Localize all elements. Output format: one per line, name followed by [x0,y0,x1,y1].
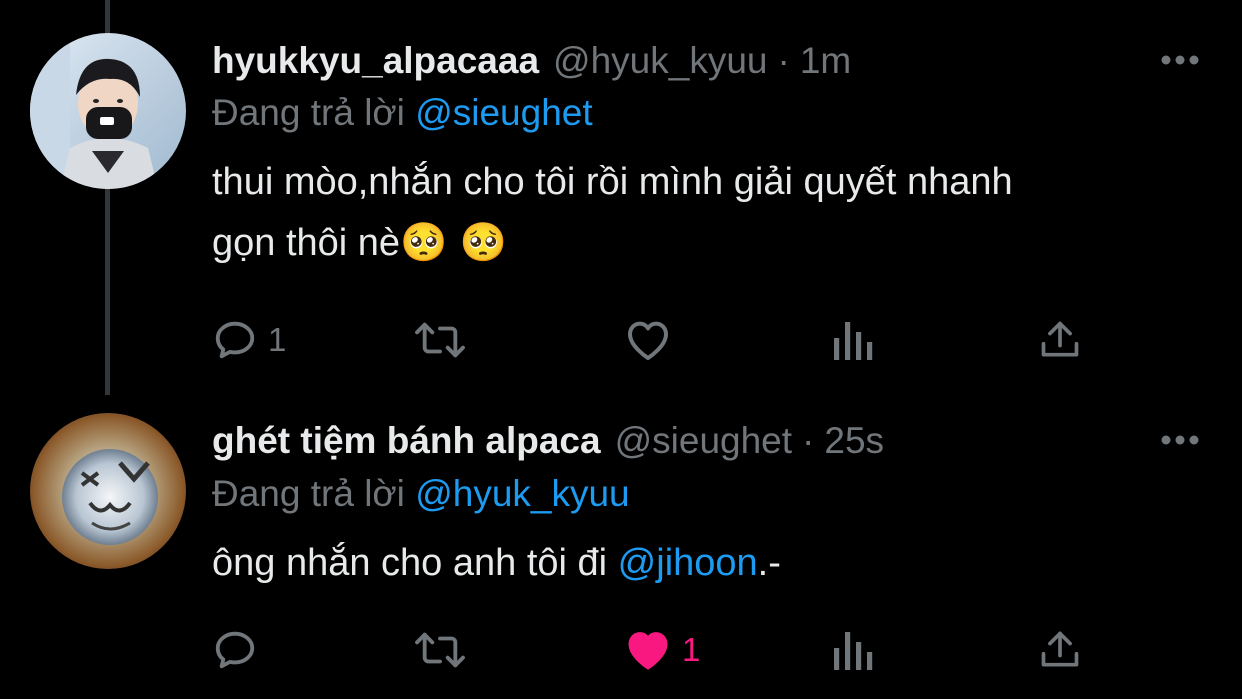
views-button[interactable] [832,625,876,675]
replying-to-mention[interactable]: @hyuk_kyuu [415,473,629,514]
like-button[interactable]: 1 [624,625,700,675]
more-options-button[interactable] [1158,418,1202,462]
share-icon [1038,628,1082,672]
tweet-header: hyukkyu_alpacaaa @hyuk_kyuu · 1m [212,36,851,86]
reply-button[interactable]: 1 [212,315,286,365]
username-handle[interactable]: @hyuk_kyuu [553,40,767,82]
tweet-thread: hyukkyu_alpacaaa @hyuk_kyuu · 1m Đang tr… [0,0,1242,699]
tweet-header: ghét tiệm bánh alpaca @sieughet · 25s [212,416,884,466]
avatar[interactable] [30,413,186,569]
retweet-icon [412,627,468,673]
replying-to-mention[interactable]: @sieughet [415,92,592,133]
more-icon [1160,54,1200,66]
replying-to: Đang trả lời @hyuk_kyuu [212,473,630,515]
tweet-actions: 1 [212,625,1092,675]
like-icon [624,627,672,673]
tweet[interactable]: hyukkyu_alpacaaa @hyuk_kyuu · 1m Đang tr… [0,0,1242,395]
views-icon [832,320,876,360]
replying-to-label: Đang trả lời [212,92,405,133]
reply-button[interactable] [212,625,268,675]
more-icon [1160,434,1200,446]
more-options-button[interactable] [1158,38,1202,82]
avatar[interactable] [30,33,186,189]
replying-to-label: Đang trả lời [212,473,405,514]
reply-icon [212,627,258,673]
tweet-text: thui mòo,nhắn cho tôi rồi mình giải quyế… [212,152,1202,273]
display-name[interactable]: ghét tiệm bánh alpaca [212,420,601,462]
tweet-text-fragment: .- [757,542,781,584]
replying-to: Đang trả lời @sieughet [212,92,593,134]
views-icon [832,630,876,670]
share-icon [1038,318,1082,362]
tweet-text-fragment: gọn thôi nè [212,222,401,264]
like-icon [624,317,672,363]
pleading-face-emoji: 🥺 🥺 [400,220,507,264]
share-button[interactable] [1038,315,1082,365]
like-count: 1 [682,631,701,668]
display-name[interactable]: hyukkyu_alpacaaa [212,40,539,82]
share-button[interactable] [1038,625,1082,675]
retweet-button[interactable] [412,625,468,675]
separator-dot: · [777,40,790,81]
timestamp[interactable]: 1m [800,40,851,82]
tweet[interactable]: ghét tiệm bánh alpaca @sieughet · 25s Đa… [0,395,1242,699]
retweet-button[interactable] [412,315,468,365]
retweet-icon [412,317,468,363]
tweet-text: ông nhắn cho anh tôi đi @jihoon.- [212,533,1202,593]
tweet-text-line: gọn thôi nè🥺 🥺 [212,212,1202,273]
tweet-text-fragment: ông nhắn cho anh tôi đi [212,542,618,584]
timestamp[interactable]: 25s [824,420,884,462]
reply-count: 1 [268,321,287,358]
like-button[interactable] [624,315,682,365]
tweet-actions: 1 [212,315,1092,365]
reply-icon [212,317,258,363]
separator-dot: · [802,420,815,461]
mention-link[interactable]: @jihoon [618,542,758,584]
views-button[interactable] [832,315,876,365]
username-handle[interactable]: @sieughet [615,420,792,462]
tweet-text-line: thui mòo,nhắn cho tôi rồi mình giải quyế… [212,161,1013,203]
